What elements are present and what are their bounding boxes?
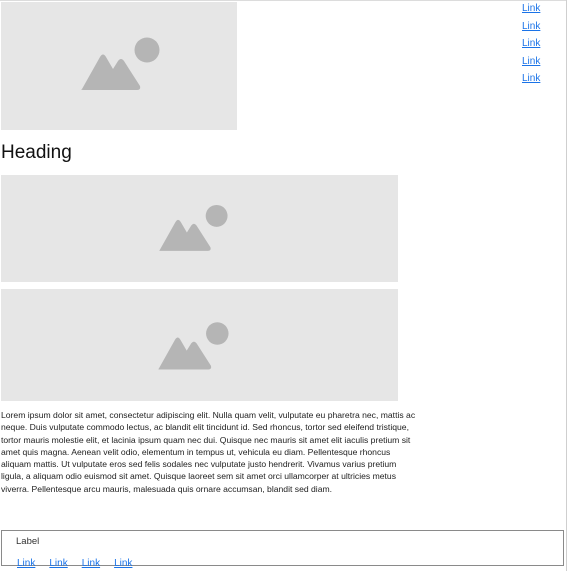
right-divider bbox=[566, 0, 567, 571]
side-nav-item: Link bbox=[522, 1, 540, 19]
page-frame: Link Link Link Link Link Heading Lorem i… bbox=[0, 0, 569, 571]
footer-link-item: Link bbox=[114, 553, 132, 571]
hero-image bbox=[1, 2, 237, 130]
footer-link-4[interactable]: Link bbox=[114, 558, 132, 569]
footer-links: Link Link Link Link bbox=[17, 553, 146, 571]
side-nav-item: Link bbox=[522, 71, 540, 89]
side-nav-links: Link Link Link Link Link bbox=[522, 1, 540, 89]
side-nav-link-4[interactable]: Link bbox=[522, 56, 540, 67]
side-nav-link-5[interactable]: Link bbox=[522, 73, 540, 84]
footer-link-item: Link bbox=[49, 553, 67, 571]
content-image-1 bbox=[1, 175, 398, 282]
top-divider bbox=[0, 0, 566, 1]
footer-label: Label bbox=[16, 536, 40, 547]
image-placeholder-icon bbox=[158, 204, 228, 251]
side-nav-item: Link bbox=[522, 54, 540, 72]
side-nav-link-3[interactable]: Link bbox=[522, 38, 540, 49]
body-paragraph: Lorem ipsum dolor sit amet, consectetur … bbox=[1, 410, 416, 494]
side-nav-item: Link bbox=[522, 19, 540, 37]
content-image-2 bbox=[1, 289, 398, 401]
footer: Label Link Link Link Link bbox=[1, 530, 564, 569]
side-nav-item: Link bbox=[522, 36, 540, 54]
image-placeholder-icon bbox=[81, 37, 160, 90]
side-nav-link-2[interactable]: Link bbox=[522, 21, 540, 32]
footer-link-1[interactable]: Link bbox=[17, 558, 35, 569]
footer-link-3[interactable]: Link bbox=[82, 558, 100, 569]
side-nav-link-1[interactable]: Link bbox=[522, 3, 540, 14]
footer-link-item: Link bbox=[82, 553, 100, 571]
footer-link-2[interactable]: Link bbox=[49, 558, 67, 569]
image-placeholder-icon bbox=[157, 322, 229, 370]
page-heading: Heading bbox=[1, 142, 72, 163]
footer-link-item: Link bbox=[17, 553, 35, 571]
